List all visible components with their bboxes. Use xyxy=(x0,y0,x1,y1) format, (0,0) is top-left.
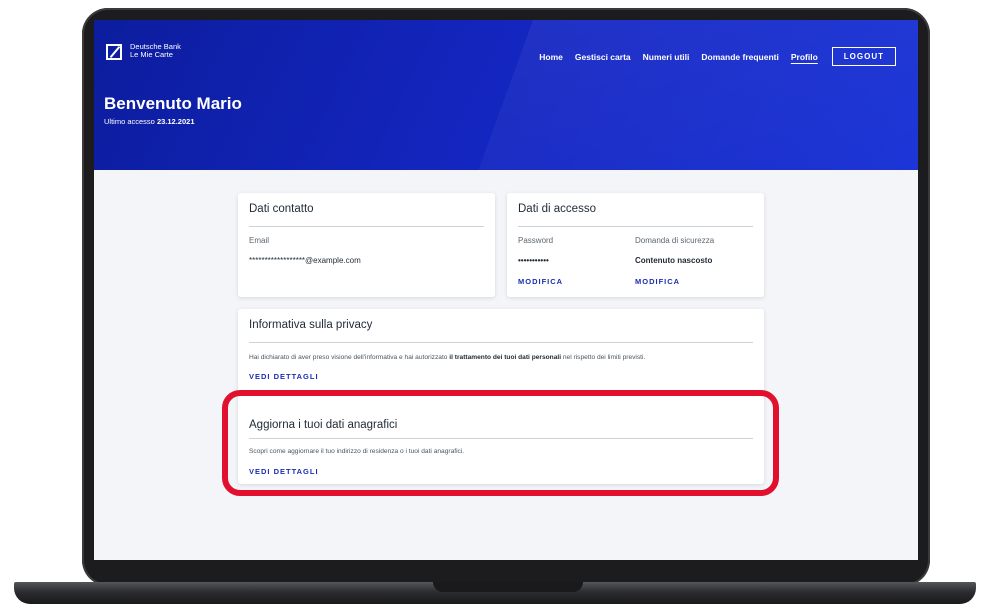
privacy-text-bold: il trattamento dei tuoi dati personali xyxy=(449,354,562,361)
privacy-text: Hai dichiarato di aver preso visione del… xyxy=(249,354,645,361)
password-value: ••••••••••• xyxy=(518,256,549,265)
security-question-value: Contenuto nascosto xyxy=(635,256,713,265)
divider xyxy=(518,226,753,227)
access-card-title: Dati di accesso xyxy=(518,203,596,215)
nav-item-home[interactable]: Home xyxy=(539,52,563,62)
privacy-text-end: nel rispetto dei limiti previsti. xyxy=(561,354,646,361)
nav-item-numeri-utili[interactable]: Numeri utili xyxy=(643,52,690,62)
deutsche-bank-logo-icon[interactable] xyxy=(106,44,122,60)
brand-line-2: Le Mie Carte xyxy=(130,50,173,59)
edit-security-question-link[interactable]: MODIFICA xyxy=(635,277,680,286)
nav-item-domande-frequenti[interactable]: Domande frequenti xyxy=(701,52,778,62)
nav-item-profilo[interactable]: Profilo xyxy=(791,52,818,62)
laptop-notch xyxy=(433,582,583,592)
privacy-text-start: Hai dichiarato di aver preso visione del… xyxy=(249,354,450,361)
edit-password-link[interactable]: MODIFICA xyxy=(518,277,563,286)
email-label: Email xyxy=(249,236,270,245)
privacy-card-title: Informativa sulla privacy xyxy=(249,319,373,331)
brand-name[interactable]: Deutsche Bank Le Mie Carte xyxy=(130,43,181,59)
access-card: Dati di accesso Password ••••••••••• MOD… xyxy=(507,193,764,297)
security-question-label: Domanda di sicurezza xyxy=(635,236,715,245)
last-access-info: Ultimo accesso 23.12.2021 xyxy=(104,117,195,126)
contact-card-title: Dati contatto xyxy=(249,203,314,215)
privacy-details-link[interactable]: VEDI DETTAGLI xyxy=(249,372,319,381)
page-title: Benvenuto Mario xyxy=(104,94,242,113)
highlight-outline xyxy=(222,390,779,496)
contact-card: Dati contatto Email ******************@e… xyxy=(238,193,495,297)
divider xyxy=(249,226,484,227)
email-value: ******************@example.com xyxy=(249,256,361,265)
last-access-label: Ultimo accesso xyxy=(104,117,155,126)
password-label: Password xyxy=(518,236,554,245)
logout-button[interactable]: LOGOUT xyxy=(831,47,896,66)
main-nav: Home Gestisci carta Numeri utili Domande… xyxy=(539,47,896,66)
divider xyxy=(249,342,753,343)
header-banner: Deutsche Bank Le Mie Carte Home Gestisci… xyxy=(94,20,918,170)
last-access-date: 23.12.2021 xyxy=(156,117,195,126)
nav-item-gestisci-carta[interactable]: Gestisci carta xyxy=(575,52,631,62)
